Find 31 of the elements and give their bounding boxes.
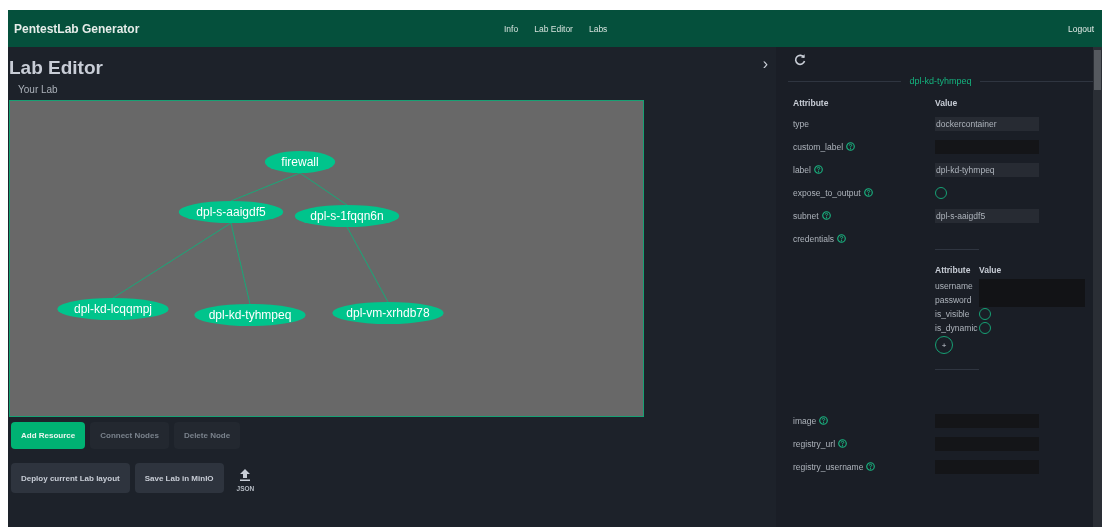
collapse-button[interactable]: › — [760, 55, 770, 73]
column-header: Attribute — [793, 98, 830, 108]
column-header: Attribute — [935, 265, 972, 277]
attribute-name: is_dynamic — [935, 322, 979, 335]
value-field[interactable]: dpl-s-aaigdf5 — [935, 208, 1039, 223]
nav-link[interactable]: Info — [504, 23, 519, 34]
attribute-name: subnet — [793, 210, 819, 221]
logout-link[interactable]: Logout — [1068, 23, 1094, 34]
attribute-name: username — [935, 280, 974, 293]
save-button[interactable]: Save Lab in MinIO — [134, 463, 224, 493]
nav-link[interactable]: Lab Editor — [534, 23, 573, 34]
attribute-name: label — [793, 164, 811, 175]
attribute-name: password — [935, 294, 973, 307]
app-title: PentestLab Generator — [14, 21, 141, 36]
value-field[interactable]: dockercontainer — [935, 116, 1039, 131]
attribute-name: expose_to_output — [793, 187, 861, 198]
attribute-name: image — [793, 415, 817, 426]
node-title: dpl-kd-tyhmpeq — [909, 76, 972, 86]
attribute-name: type — [793, 118, 810, 129]
deploy-button[interactable]: Deploy current Lab layout — [11, 463, 130, 493]
page-title: Lab Editor — [9, 57, 103, 79]
attribute-name: registry_url — [793, 438, 836, 449]
value-field[interactable]: dpl-kd-tyhmpeq — [935, 162, 1039, 177]
nav-link[interactable]: Labs — [588, 23, 608, 34]
column-header: Value — [935, 98, 959, 108]
lab-subtitle: Your Lab — [17, 83, 59, 97]
attribute-name: is_visible — [935, 308, 971, 321]
column-header: Value — [979, 265, 1003, 277]
attribute-name: credentials — [793, 233, 835, 244]
attribute-name: custom_label — [793, 141, 844, 152]
attribute-name: registry_username — [793, 461, 864, 472]
